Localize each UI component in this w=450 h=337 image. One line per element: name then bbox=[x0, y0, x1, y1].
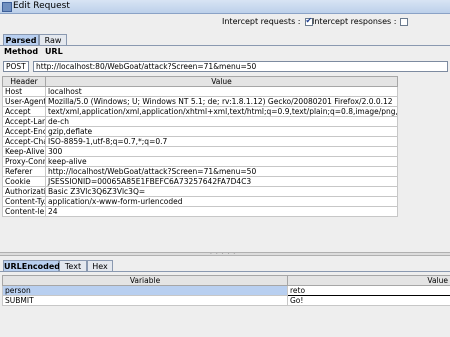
table-row[interactable]: Content-le...24 bbox=[2, 206, 398, 217]
variable-cell[interactable]: person bbox=[2, 285, 288, 296]
url-label: URL bbox=[44, 47, 63, 56]
variable-cell[interactable]: SUBMIT bbox=[2, 295, 288, 306]
table-row[interactable]: Accept-Lan...de-ch bbox=[2, 116, 398, 127]
table-row[interactable]: SUBMIT Go! bbox=[2, 295, 450, 306]
header-name-cell[interactable]: Accept-Cha... bbox=[2, 136, 46, 147]
headers-table-header-row: Header Value bbox=[2, 76, 398, 87]
method-field[interactable]: POST bbox=[3, 61, 29, 72]
header-value-cell[interactable]: application/x-www-form-urlencoded bbox=[45, 196, 398, 207]
intercept-requests-group: Intercept requests : bbox=[222, 16, 313, 27]
header-value-cell[interactable]: de-ch bbox=[45, 116, 398, 127]
parameters-table-header-row: Variable Value bbox=[2, 275, 450, 286]
header-name-cell[interactable]: Referer bbox=[2, 166, 46, 177]
header-value-cell[interactable]: Basic Z3Vlc3Q6Z3Vlc3Q= bbox=[45, 186, 398, 197]
header-value-cell[interactable]: text/xml,application/xml,application/xht… bbox=[45, 106, 398, 117]
title-bar: Edit Request bbox=[0, 0, 450, 14]
intercept-responses-checkbox[interactable] bbox=[400, 17, 409, 26]
header-column-heading[interactable]: Header bbox=[2, 76, 46, 87]
intercept-requests-label: Intercept requests : bbox=[222, 17, 301, 26]
table-row[interactable]: Proxy-Conn...keep-alive bbox=[2, 156, 398, 167]
method-url-labels: Method URL bbox=[4, 47, 63, 56]
header-name-cell[interactable]: User-Agent bbox=[2, 96, 46, 107]
header-name-cell[interactable]: Content-le... bbox=[2, 206, 46, 217]
table-row[interactable]: User-Agent Mozilla/5.0 (Windows; U; Windo… bbox=[2, 96, 398, 107]
param-value-cell[interactable]: Go! bbox=[287, 295, 450, 306]
value-column-heading[interactable]: Value bbox=[45, 76, 398, 87]
table-row[interactable]: Cookie JSESSIONID=00065A85E1FBEFC6A732576… bbox=[2, 176, 398, 187]
variable-column-heading[interactable]: Variable bbox=[2, 275, 288, 286]
header-value-cell[interactable]: Mozilla/5.0 (Windows; U; Windows NT 5.1;… bbox=[45, 96, 398, 107]
header-name-cell[interactable]: Content-Ty... bbox=[2, 196, 46, 207]
header-value-cell[interactable]: gzip,deflate bbox=[45, 126, 398, 137]
table-row[interactable]: Accept-Cha...ISO-8859-1,utf-8;q=0.7,*;q=… bbox=[2, 136, 398, 147]
split-pane-divider[interactable]: · · · · · bbox=[0, 251, 450, 258]
header-value-cell[interactable]: localhost bbox=[45, 86, 398, 97]
header-value-cell[interactable]: JSESSIONID=00065A85E1FBEFC6A73257642FA7D… bbox=[45, 176, 398, 187]
header-value-cell[interactable]: http://localhost/WebGoat/attack?Screen=7… bbox=[45, 166, 398, 177]
header-name-cell[interactable]: Accept bbox=[2, 106, 46, 117]
header-value-cell[interactable]: 300 bbox=[45, 146, 398, 157]
header-name-cell[interactable]: Cookie bbox=[2, 176, 46, 187]
table-row[interactable]: AuthorizationBasic Z3Vlc3Q6Z3Vlc3Q= bbox=[2, 186, 398, 197]
intercept-responses-group: Intercept responses : bbox=[312, 16, 409, 27]
table-row[interactable]: Accept-Enc...gzip,deflate bbox=[2, 126, 398, 137]
param-value-cell[interactable]: reto bbox=[287, 285, 450, 296]
table-row[interactable]: Keep-Alive 300 bbox=[2, 146, 398, 157]
table-row[interactable]: Referer http://localhost/WebGoat/attack?S… bbox=[2, 166, 398, 177]
header-value-cell[interactable]: ISO-8859-1,utf-8;q=0.7,*;q=0.7 bbox=[45, 136, 398, 147]
table-row[interactable]: Host localhost bbox=[2, 86, 398, 97]
table-row[interactable]: Content-Ty...application/x-www-form-urle… bbox=[2, 196, 398, 207]
intercept-responses-label: Intercept responses : bbox=[312, 17, 397, 26]
parameters-table: Variable Value person reto SUBMIT Go! bbox=[2, 275, 450, 306]
method-label: Method bbox=[4, 47, 39, 56]
header-name-cell[interactable]: Keep-Alive bbox=[2, 146, 46, 157]
bottom-tab-divider bbox=[0, 271, 450, 272]
window-title: Edit Request bbox=[13, 1, 70, 11]
header-name-cell[interactable]: Authorization bbox=[2, 186, 46, 197]
header-value-cell[interactable]: keep-alive bbox=[45, 156, 398, 167]
header-name-cell[interactable]: Accept-Lan... bbox=[2, 116, 46, 127]
splitter-grip: · · · · · bbox=[210, 251, 237, 258]
header-name-cell[interactable]: Host bbox=[2, 86, 46, 97]
param-value-column-heading[interactable]: Value bbox=[287, 275, 450, 286]
url-field[interactable]: http://localhost:80/WebGoat/attack?Scree… bbox=[33, 61, 448, 72]
header-value-cell[interactable]: 24 bbox=[45, 206, 398, 217]
header-name-cell[interactable]: Proxy-Conn... bbox=[2, 156, 46, 167]
headers-table: Header Value Host localhost User-Agent Mozi… bbox=[2, 76, 398, 217]
tab-divider bbox=[0, 45, 450, 46]
table-row[interactable]: person reto bbox=[2, 285, 450, 296]
header-name-cell[interactable]: Accept-Enc... bbox=[2, 126, 46, 137]
window-icon bbox=[2, 2, 12, 12]
table-row[interactable]: Accept text/xml,application/xml,applicati… bbox=[2, 106, 398, 117]
